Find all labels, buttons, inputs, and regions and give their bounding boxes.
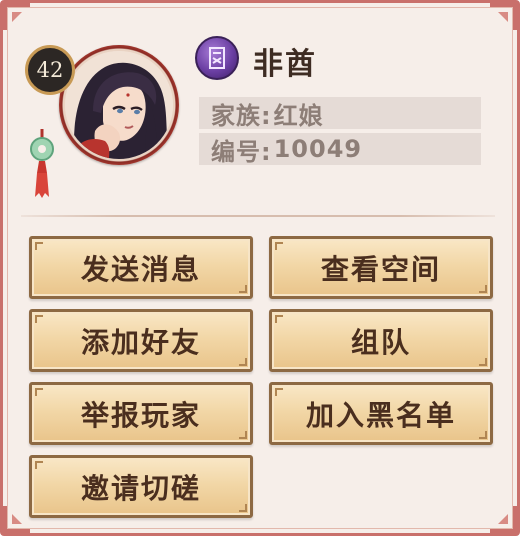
jade-pendant-icon: [25, 129, 59, 199]
purple-class-emblem-icon: [195, 36, 239, 80]
corner-ornament: [0, 0, 34, 34]
invite-duel-button[interactable]: 邀请切磋: [29, 455, 253, 518]
add-friend-button[interactable]: 添加好友: [29, 309, 253, 372]
send-message-button[interactable]: 发送消息: [29, 236, 253, 299]
report-player-button[interactable]: 举报玩家: [29, 382, 253, 445]
level-badge: 42: [25, 45, 75, 95]
divider: [21, 215, 495, 217]
player-id-row: 编号: 10049: [199, 133, 481, 166]
blacklist-button[interactable]: 加入黑名单: [269, 382, 493, 445]
family-label: 家族:: [211, 101, 272, 130]
player-info-panel: 42 非酋 家族: 红娘 编号: 10049 发送消息 查看空间 添加好友 组队…: [0, 0, 520, 536]
player-avatar[interactable]: [59, 45, 179, 165]
view-space-button[interactable]: 查看空间: [269, 236, 493, 299]
avatar-portrait: [65, 51, 173, 159]
team-up-button[interactable]: 组队: [269, 309, 493, 372]
family-row: 家族: 红娘: [199, 97, 481, 130]
player-name: 非酋: [253, 47, 317, 82]
corner-ornament: [486, 0, 520, 34]
player-id-label: 编号:: [211, 137, 272, 166]
corner-ornament: [486, 502, 520, 536]
family-value: 红娘: [273, 101, 324, 130]
player-id-value: 10049: [273, 135, 363, 163]
